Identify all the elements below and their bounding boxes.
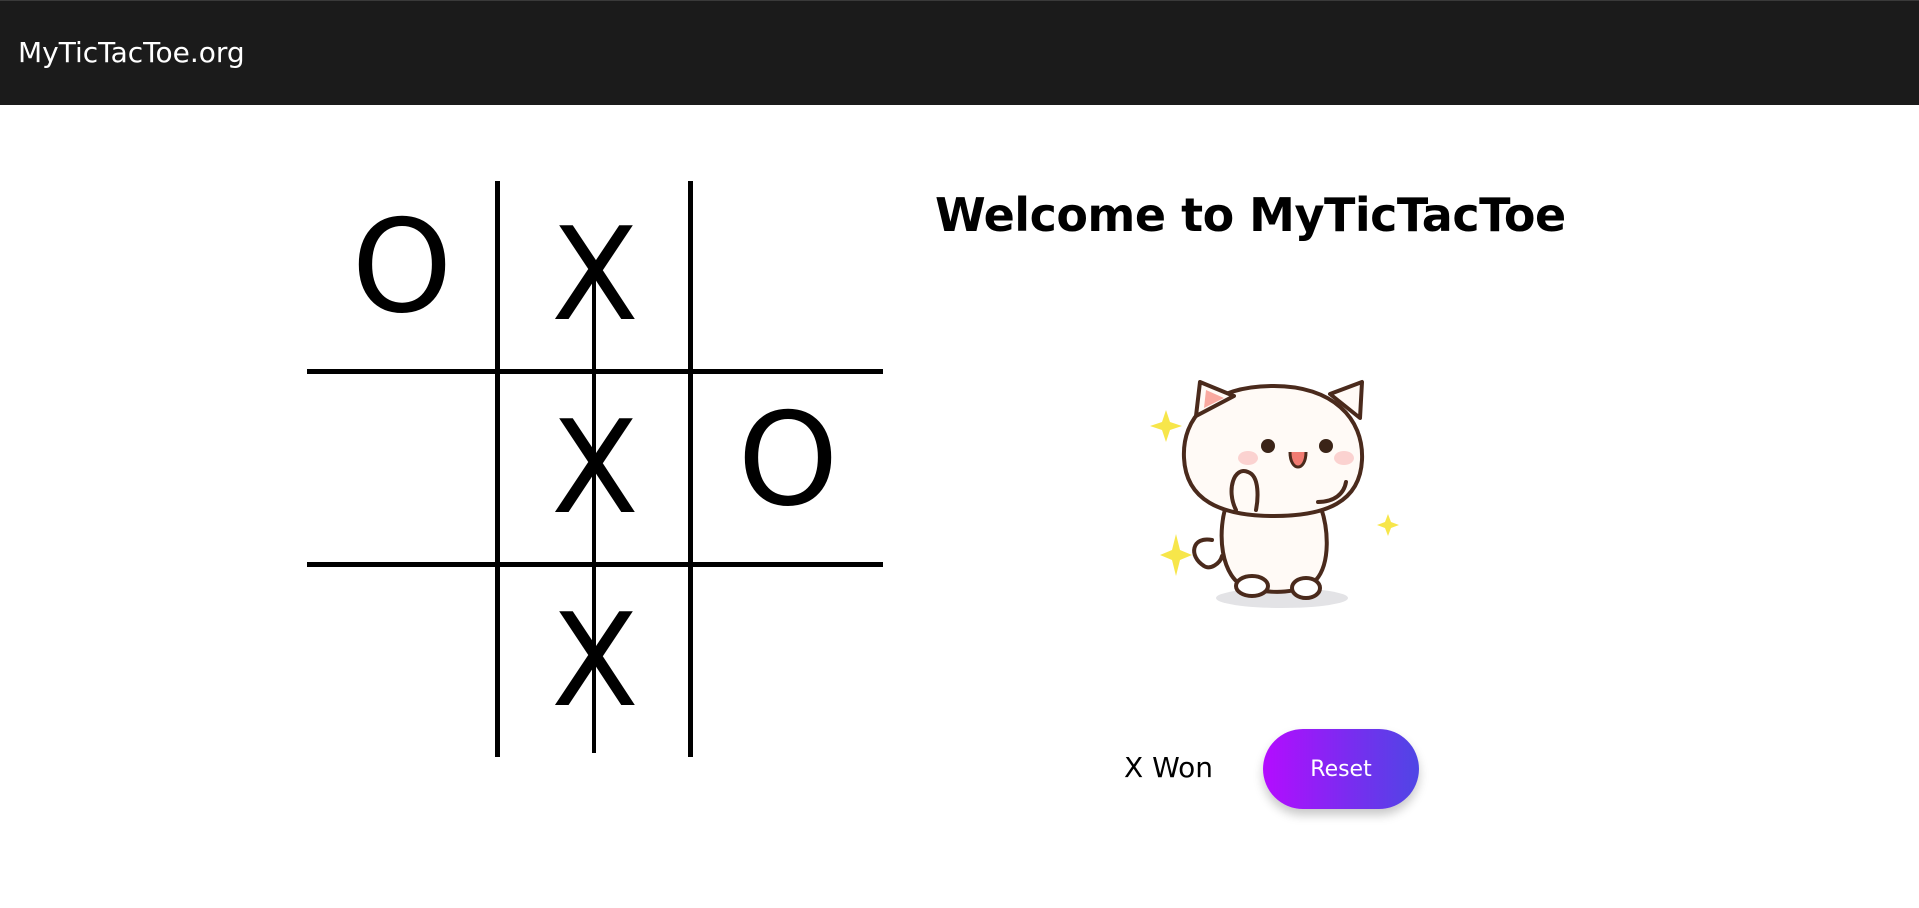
- top-navbar: MyTicTacToe.org: [0, 0, 1919, 105]
- board-cell-0[interactable]: O: [307, 181, 497, 371]
- cell-mark: O: [351, 193, 453, 342]
- board-cell-2[interactable]: [693, 181, 883, 371]
- cell-mark: O: [737, 386, 839, 535]
- board-cell-3[interactable]: [307, 374, 497, 564]
- board-cell-8[interactable]: [693, 567, 883, 757]
- reset-button[interactable]: Reset: [1263, 729, 1419, 809]
- winning-line: [592, 271, 596, 753]
- game-status-text: X Won: [1124, 751, 1214, 784]
- board-cell-5[interactable]: O: [693, 374, 883, 564]
- dancing-cat-icon: [1140, 360, 1400, 620]
- welcome-heading: Welcome to MyTicTacToe: [935, 188, 1566, 242]
- tic-tac-toe-board: O X X O X: [307, 181, 883, 757]
- grid-line-vertical-left: [495, 181, 500, 757]
- grid-line-vertical-right: [688, 181, 693, 757]
- board-cell-6[interactable]: [307, 567, 497, 757]
- mascot-illustration: [1150, 380, 1399, 608]
- site-brand-link[interactable]: MyTicTacToe.org: [18, 35, 245, 71]
